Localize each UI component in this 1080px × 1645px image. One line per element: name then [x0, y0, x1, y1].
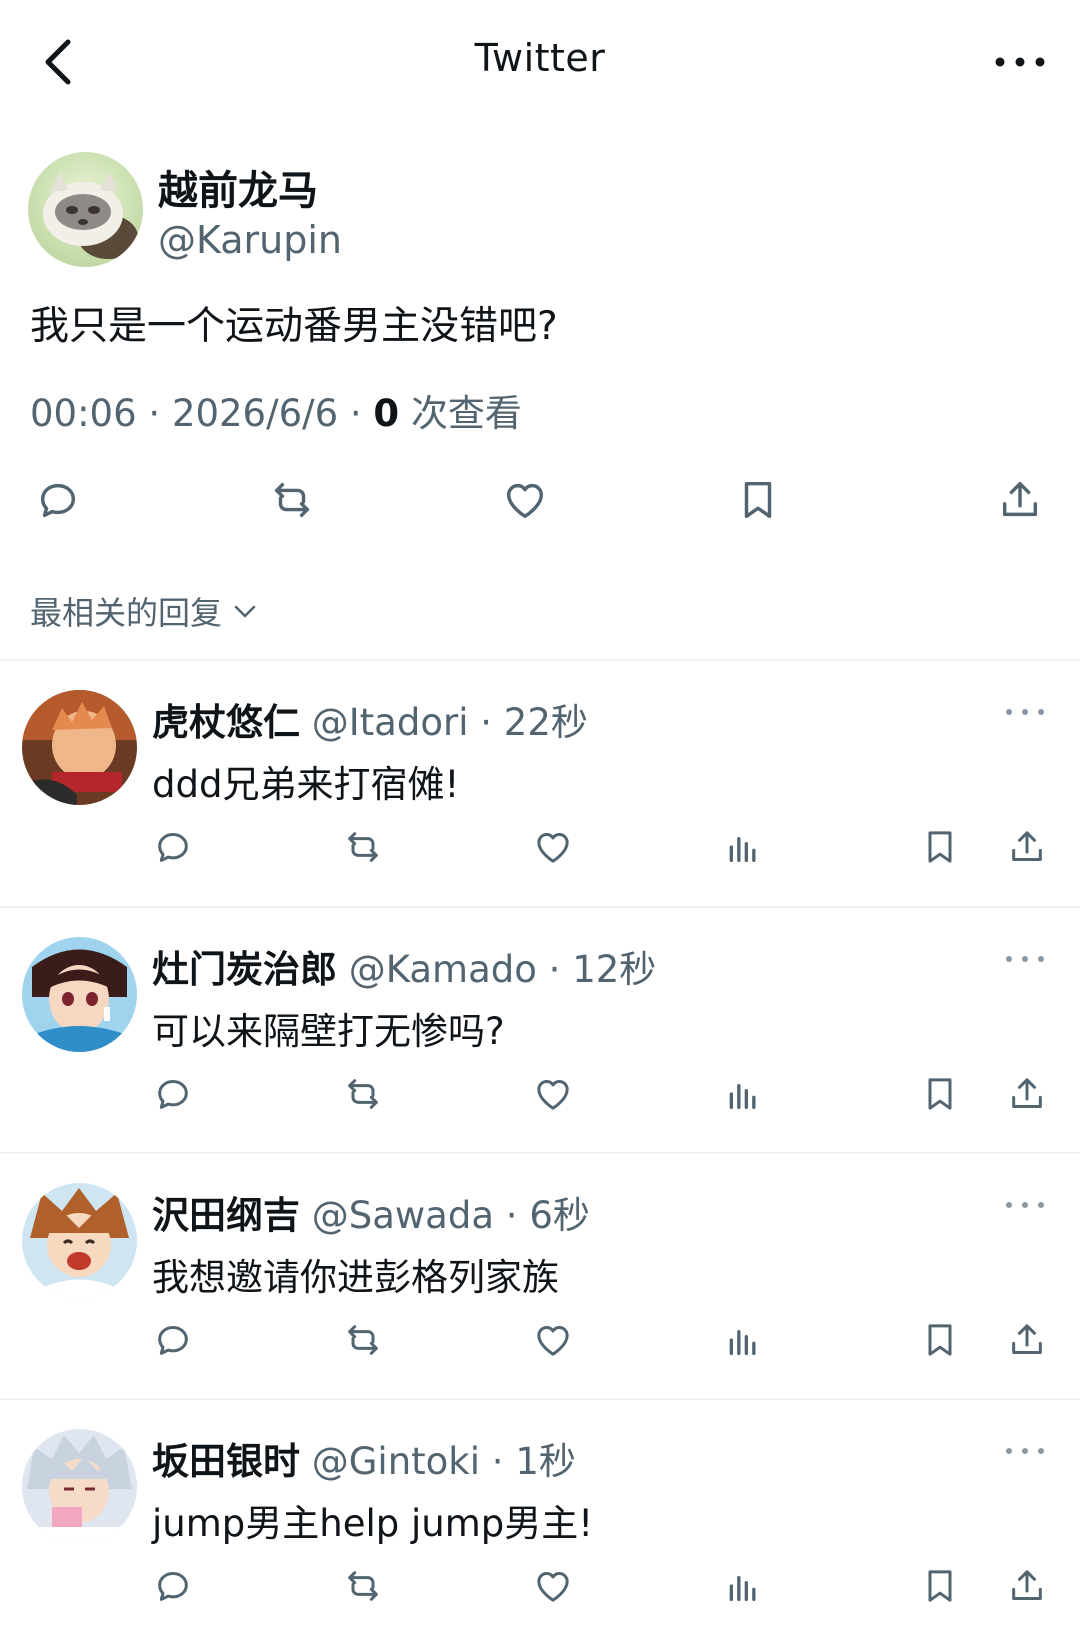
meta-separator: ·	[148, 392, 161, 435]
reply-time: 12秒	[572, 948, 657, 991]
replies-sort-dropdown[interactable]: 最相关的回复	[30, 588, 260, 634]
reply-author-handle[interactable]: @Sawada	[312, 1194, 494, 1237]
more-horizontal-icon[interactable]	[1000, 949, 1050, 969]
reply-text: 可以来隔壁打无惨吗?	[152, 1010, 505, 1053]
reply-icon[interactable]	[148, 1561, 198, 1611]
share-icon[interactable]	[990, 470, 1050, 530]
reply-text: ddd兄弟来打宿傩!	[152, 763, 460, 806]
share-icon[interactable]	[1002, 822, 1052, 872]
more-horizontal-icon[interactable]	[1000, 1441, 1050, 1461]
reply-author-handle[interactable]: @Gintoki	[312, 1440, 480, 1483]
reply-author-name[interactable]: 灶门炭治郎	[152, 948, 337, 991]
reply-time: 1秒	[515, 1440, 576, 1483]
divider	[0, 1398, 1080, 1400]
reply-icon[interactable]	[148, 822, 198, 872]
reply-header: 沢田纲吉 @Sawada · 6秒	[152, 1185, 590, 1239]
more-horizontal-icon[interactable]	[990, 42, 1050, 82]
reply-text: jump男主help jump男主!	[152, 1502, 594, 1545]
share-icon[interactable]	[1002, 1561, 1052, 1611]
reply-item[interactable]: 坂田银时 @Gintoki · 1秒 jump男主help jump男主!	[0, 1401, 1080, 1645]
bookmark-icon[interactable]	[915, 822, 965, 872]
avatar[interactable]	[28, 152, 143, 267]
reply-author-handle[interactable]: @Kamado	[349, 948, 537, 991]
more-horizontal-icon[interactable]	[1000, 1195, 1050, 1215]
like-icon[interactable]	[528, 822, 578, 872]
reply-actions	[0, 1561, 1080, 1611]
avatar[interactable]	[22, 1429, 137, 1544]
reply-header: 灶门炭治郎 @Kamado · 12秒	[152, 939, 656, 993]
meta-separator: ·	[491, 1440, 504, 1483]
meta-separator: ·	[505, 1194, 518, 1237]
meta-separator: ·	[548, 948, 561, 991]
bookmark-icon[interactable]	[915, 1315, 965, 1365]
reply-item[interactable]: 沢田纲吉 @Sawada · 6秒 我想邀请你进彭格列家族	[0, 1155, 1080, 1401]
avatar[interactable]	[22, 1183, 137, 1298]
tweet-date: 2026/6/6	[171, 392, 339, 435]
reply-item[interactable]: 灶门炭治郎 @Kamado · 12秒 可以来隔壁打无惨吗?	[0, 909, 1080, 1155]
retweet-icon[interactable]	[338, 822, 388, 872]
reply-icon[interactable]	[148, 1315, 198, 1365]
reply-actions	[0, 1069, 1080, 1119]
like-icon[interactable]	[528, 1069, 578, 1119]
avatar[interactable]	[22, 690, 137, 805]
reply-icon[interactable]	[28, 470, 88, 530]
author-handle[interactable]: @Karupin	[158, 218, 342, 262]
views-icon[interactable]	[718, 1561, 768, 1611]
bookmark-icon[interactable]	[915, 1069, 965, 1119]
share-icon[interactable]	[1002, 1069, 1052, 1119]
reply-text: 我想邀请你进彭格列家族	[152, 1256, 559, 1299]
retweet-icon[interactable]	[338, 1561, 388, 1611]
tweet-meta: 00:06 · 2026/6/6 · 0 次查看	[30, 383, 522, 437]
bookmark-icon[interactable]	[915, 1561, 965, 1611]
reply-author-handle[interactable]: @Itadori	[312, 701, 469, 744]
chevron-down-icon	[234, 605, 256, 618]
avatar[interactable]	[22, 937, 137, 1052]
like-icon[interactable]	[495, 470, 555, 530]
author-name[interactable]: 越前龙马	[158, 158, 318, 216]
reply-time: 22秒	[503, 701, 588, 744]
meta-separator: ·	[480, 701, 493, 744]
reply-actions	[0, 1315, 1080, 1365]
views-icon[interactable]	[718, 822, 768, 872]
reply-author-name[interactable]: 虎杖悠仁	[152, 701, 300, 744]
reply-icon[interactable]	[148, 1069, 198, 1119]
views-label[interactable]: 次查看	[411, 392, 522, 435]
tweet-actions	[0, 470, 1080, 540]
views-icon[interactable]	[718, 1069, 768, 1119]
divider	[0, 906, 1080, 908]
retweet-icon[interactable]	[262, 470, 322, 530]
page-title: Twitter	[474, 36, 606, 80]
like-icon[interactable]	[528, 1561, 578, 1611]
divider	[0, 1152, 1080, 1154]
replies-sort-label: 最相关的回复	[30, 594, 223, 632]
reply-actions	[0, 822, 1080, 872]
retweet-icon[interactable]	[338, 1069, 388, 1119]
share-icon[interactable]	[1002, 1315, 1052, 1365]
meta-separator: ·	[349, 392, 362, 435]
reply-header: 虎杖悠仁 @Itadori · 22秒	[152, 692, 588, 746]
tweet-author: 越前龙马 @Karupin	[28, 152, 1028, 272]
tweet-time: 00:06	[30, 392, 137, 435]
tweet-text: 我只是一个运动番男主没错吧?	[30, 304, 558, 349]
divider	[0, 659, 1080, 661]
retweet-icon[interactable]	[338, 1315, 388, 1365]
top-bar: Twitter	[0, 0, 1080, 125]
reply-time: 6秒	[529, 1194, 590, 1237]
reply-item[interactable]: 虎杖悠仁 @Itadori · 22秒 ddd兄弟来打宿傩!	[0, 662, 1080, 908]
bookmark-icon[interactable]	[728, 470, 788, 530]
reply-author-name[interactable]: 沢田纲吉	[152, 1194, 300, 1237]
reply-header: 坂田银时 @Gintoki · 1秒	[152, 1431, 576, 1485]
views-count[interactable]: 0	[373, 392, 399, 435]
like-icon[interactable]	[528, 1315, 578, 1365]
reply-author-name[interactable]: 坂田银时	[152, 1440, 300, 1483]
views-icon[interactable]	[718, 1315, 768, 1365]
more-horizontal-icon[interactable]	[1000, 702, 1050, 722]
